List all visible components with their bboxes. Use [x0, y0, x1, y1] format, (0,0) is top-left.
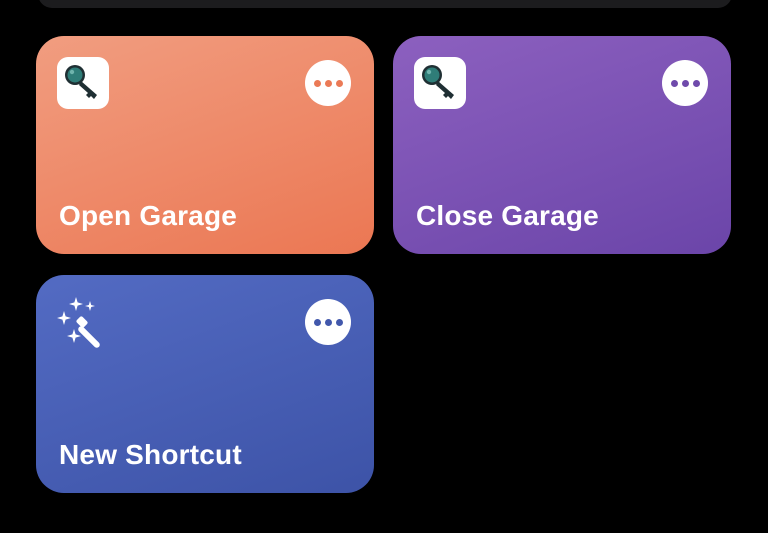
- shortcut-card-open-garage[interactable]: Open Garage: [36, 36, 374, 254]
- shortcut-card-close-garage[interactable]: Close Garage: [393, 36, 731, 254]
- shortcut-title: New Shortcut: [59, 439, 242, 470]
- search-bar-edge[interactable]: [38, 0, 732, 8]
- shortcut-title: Close Garage: [416, 200, 599, 231]
- shortcuts-screen: Open Garage Close Garage New Shortcut: [0, 0, 768, 533]
- shortcut-card-new-shortcut[interactable]: New Shortcut: [36, 275, 374, 493]
- key-icon: [414, 57, 466, 109]
- more-options-button[interactable]: [662, 60, 708, 106]
- magic-wand-icon: [56, 295, 112, 351]
- key-icon: [57, 57, 109, 109]
- shortcut-title: Open Garage: [59, 200, 238, 231]
- more-options-button[interactable]: [305, 299, 351, 345]
- more-options-button[interactable]: [305, 60, 351, 106]
